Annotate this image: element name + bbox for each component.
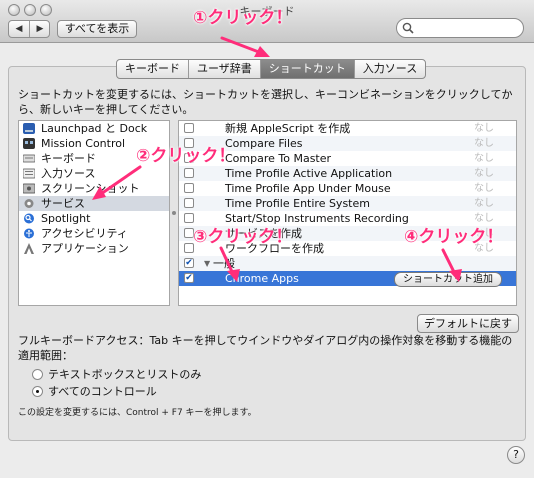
arrow-2-icon xyxy=(96,165,142,198)
preferences-window: キーボード ◀ ▶ すべてを表示 キーボード ユーザ辞書 ショートカット 入力ソ… xyxy=(0,0,534,478)
annotation-arrows xyxy=(92,36,462,282)
arrowhead-3-icon xyxy=(227,269,240,282)
arrowhead-4-icon xyxy=(449,269,462,282)
